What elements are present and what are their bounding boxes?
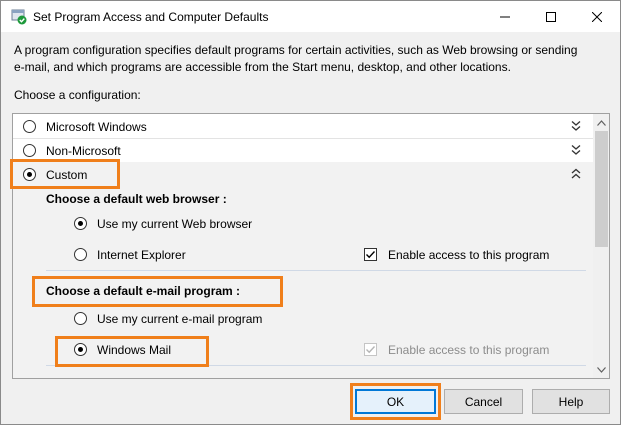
email-enable-access-label: Enable access to this program — [388, 343, 550, 357]
option-current-web-browser: Use my current Web browser — [97, 217, 253, 231]
config-row-custom[interactable]: Custom Choose a default web browser : Us… — [13, 162, 593, 378]
scroll-down-button[interactable] — [593, 361, 609, 378]
close-icon — [592, 11, 602, 22]
chevron-double-down-icon[interactable] — [570, 120, 582, 132]
email-section-heading: Choose a default e-mail program : — [46, 284, 241, 298]
configuration-list-content: Microsoft Windows Non-Microsoft Custom C… — [13, 114, 593, 378]
description-text: A program configuration specifies defaul… — [14, 42, 609, 76]
scroll-up-arrow-icon — [597, 119, 606, 126]
radio-microsoft-windows[interactable] — [23, 120, 36, 133]
checkmark-icon — [366, 346, 376, 354]
option-internet-explorer: Internet Explorer — [97, 248, 186, 262]
radio-internet-explorer[interactable] — [74, 248, 87, 261]
minimize-button[interactable] — [482, 1, 528, 32]
config-label-microsoft-windows: Microsoft Windows — [46, 120, 147, 134]
config-row-microsoft-windows[interactable]: Microsoft Windows — [13, 114, 593, 138]
option-windows-mail: Windows Mail — [97, 343, 172, 357]
option-current-email-program: Use my current e-mail program — [97, 312, 263, 326]
radio-custom[interactable] — [23, 168, 36, 181]
choose-configuration-label: Choose a configuration: — [14, 88, 141, 102]
vertical-scrollbar[interactable] — [593, 114, 609, 378]
configuration-list[interactable]: Microsoft Windows Non-Microsoft Custom C… — [12, 113, 610, 379]
maximize-button[interactable] — [528, 1, 574, 32]
browser-enable-access-checkbox[interactable] — [364, 248, 377, 261]
dialog-window: Set Program Access and Computer Defaults… — [0, 0, 621, 425]
description-line-1: A program configuration specifies defaul… — [14, 43, 578, 57]
config-row-non-microsoft[interactable]: Non-Microsoft — [13, 138, 593, 162]
config-label-non-microsoft: Non-Microsoft — [46, 144, 121, 158]
section-divider — [46, 365, 586, 366]
maximize-icon — [546, 11, 556, 22]
help-button[interactable]: Help — [532, 389, 610, 414]
title-bar[interactable]: Set Program Access and Computer Defaults — [1, 1, 620, 32]
cancel-button[interactable]: Cancel — [444, 389, 523, 414]
minimize-icon — [500, 16, 510, 17]
chevron-double-up-icon[interactable] — [570, 168, 582, 180]
close-button[interactable] — [574, 1, 620, 32]
config-label-custom: Custom — [46, 168, 88, 182]
description-line-2: e-mail, and which programs are accessibl… — [14, 60, 511, 74]
shield-check-icon — [11, 9, 27, 25]
radio-current-web-browser[interactable] — [74, 217, 87, 230]
browser-enable-access-label: Enable access to this program — [388, 248, 550, 262]
scroll-up-button[interactable] — [593, 114, 609, 131]
window-title: Set Program Access and Computer Defaults — [33, 10, 269, 24]
radio-windows-mail[interactable] — [74, 343, 87, 356]
scroll-down-arrow-icon — [597, 366, 606, 373]
chevron-double-down-icon[interactable] — [570, 144, 582, 156]
ok-button[interactable]: OK — [355, 389, 436, 414]
email-enable-access-checkbox — [364, 343, 377, 356]
checkmark-icon — [366, 251, 376, 259]
section-divider — [46, 270, 586, 271]
browser-section-heading: Choose a default web browser : — [46, 192, 227, 206]
radio-non-microsoft[interactable] — [23, 144, 36, 157]
scrollbar-thumb[interactable] — [595, 131, 608, 247]
radio-current-email-program[interactable] — [74, 312, 87, 325]
